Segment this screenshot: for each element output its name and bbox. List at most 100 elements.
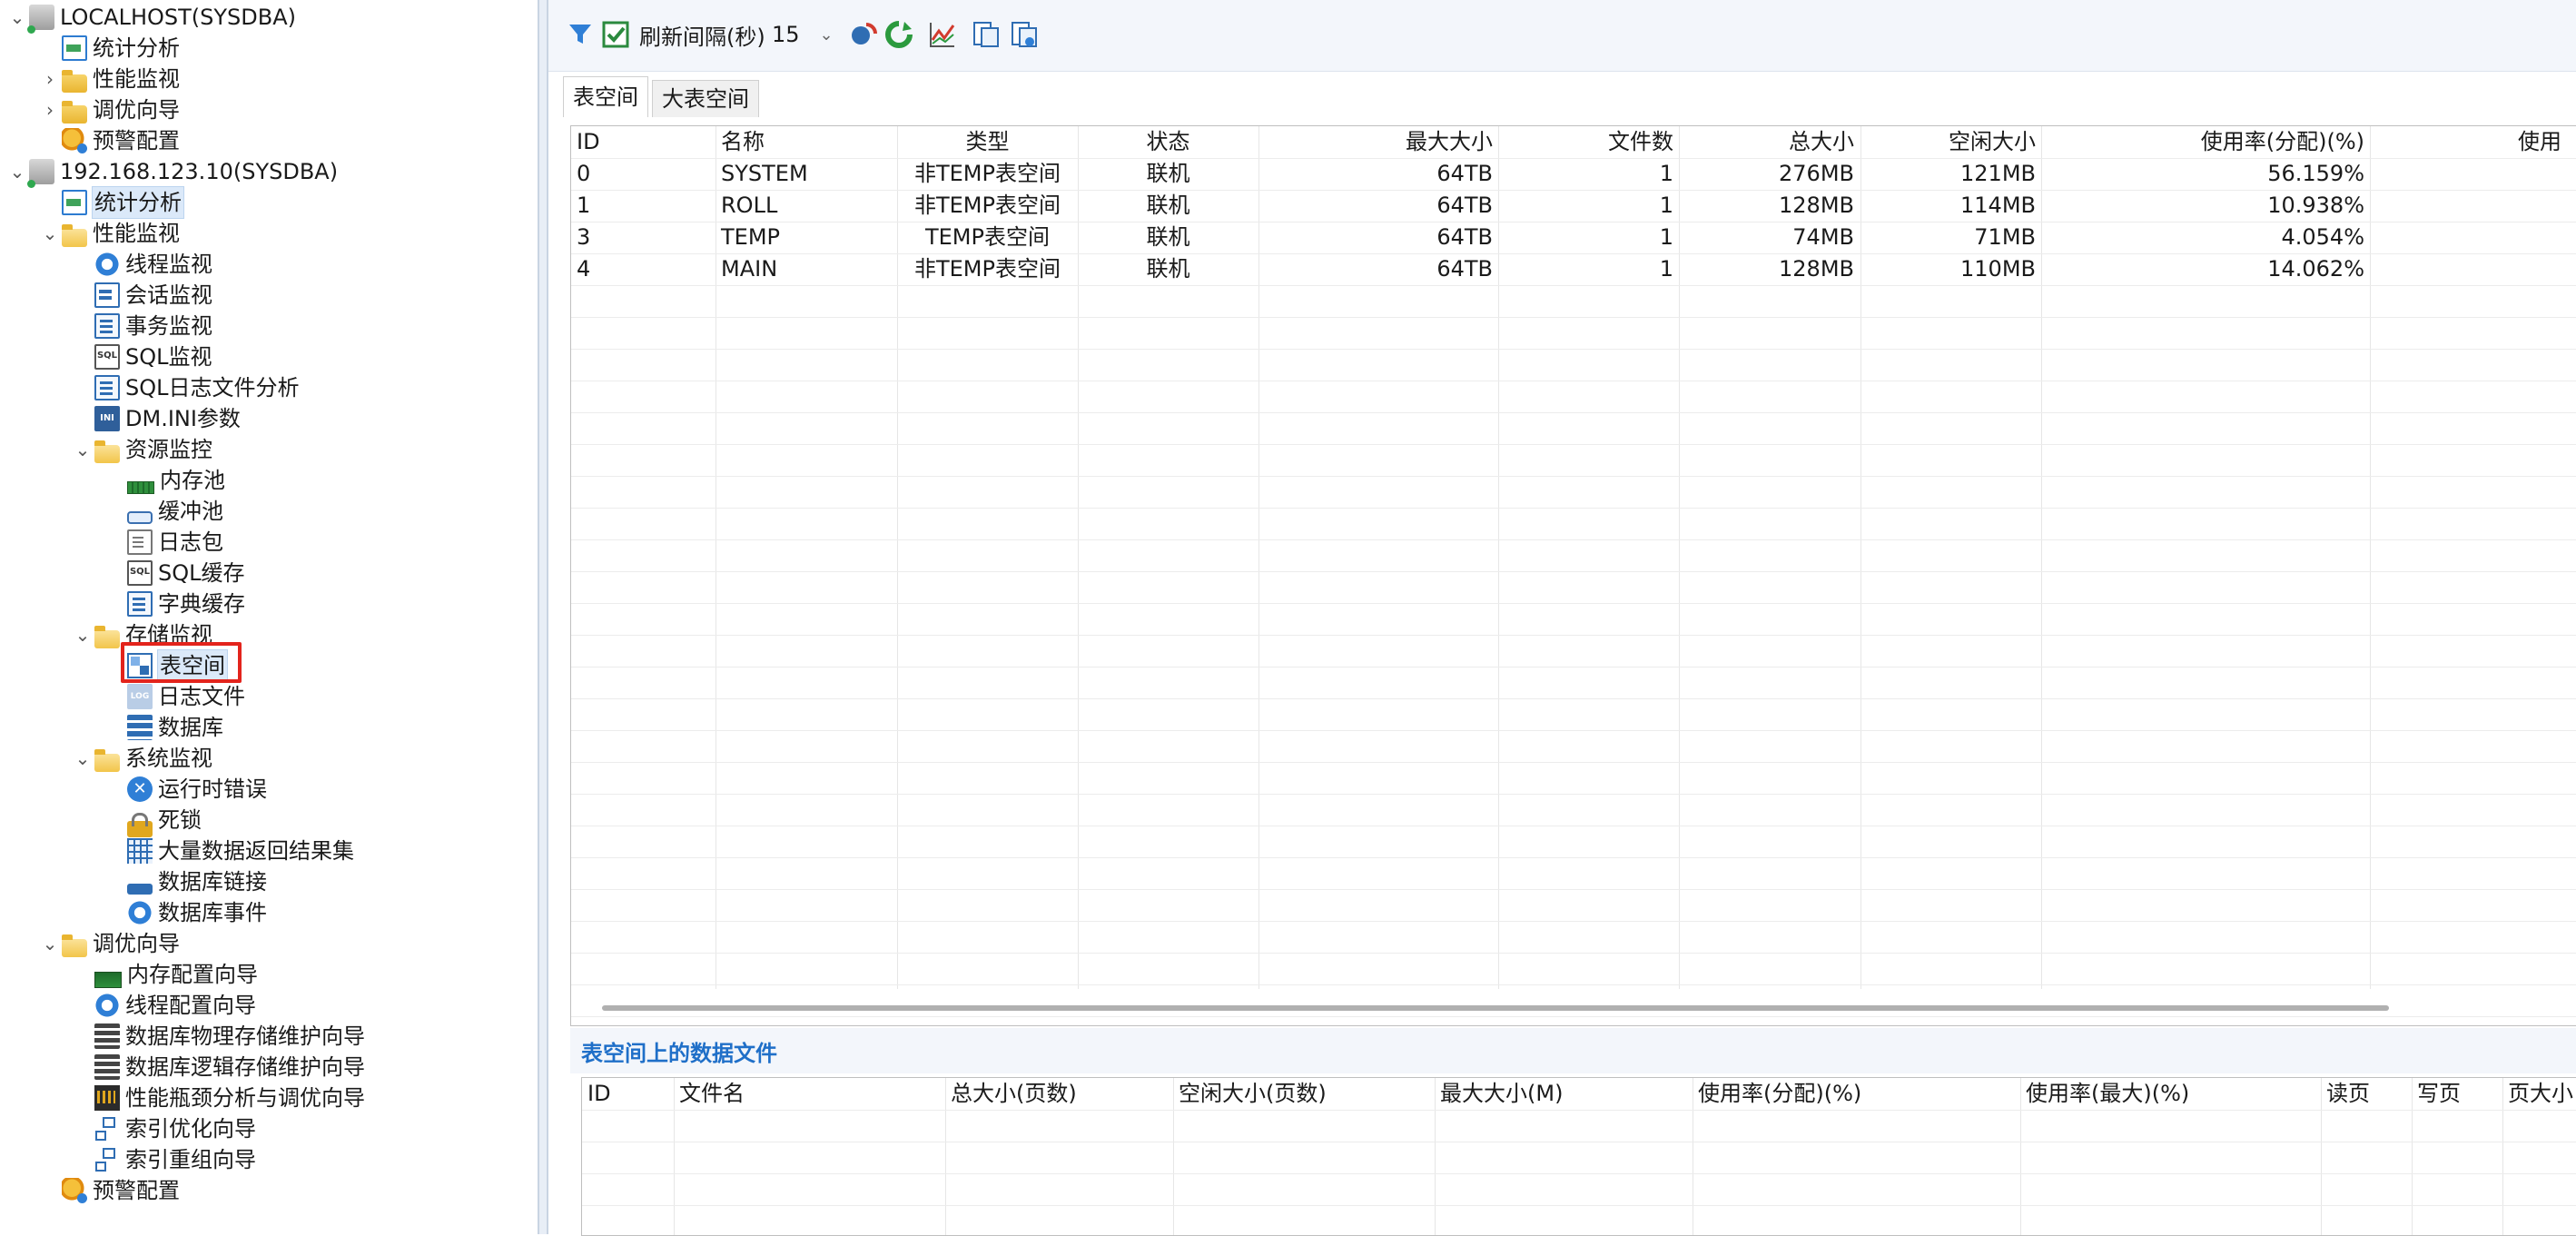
table-cell[interactable]: 非TEMP表空间 [897, 190, 1078, 222]
table-cell[interactable]: 联机 [1078, 158, 1258, 190]
tree-item[interactable]: 数据库事件 [104, 897, 267, 928]
tree-item[interactable]: › 调优向导 [38, 94, 180, 125]
filter-icon[interactable] [567, 18, 594, 51]
column-header[interactable]: 使用率(分配)(%) [2041, 126, 2370, 158]
horizontal-scrollbar[interactable] [602, 1005, 2389, 1011]
table-cell[interactable]: 276MB [1679, 158, 1860, 190]
tree-item[interactable]: 索引优化向导 [71, 1113, 256, 1144]
column-header[interactable]: 读页 [2321, 1078, 2412, 1110]
column-header[interactable]: 最大大小(M) [1435, 1078, 1693, 1110]
tree-item[interactable]: 线程配置向导 [71, 990, 256, 1021]
table-cell[interactable]: 1 [1498, 190, 1679, 222]
table-cell[interactable]: 联机 [1078, 253, 1258, 285]
export-settings-icon[interactable] [1010, 18, 1039, 51]
table-cell[interactable]: TEMP [716, 222, 896, 253]
tree-item[interactable]: 统计分析 [38, 33, 180, 64]
column-header[interactable]: 使用 [2370, 126, 2567, 158]
tree-item[interactable]: 字典缓存 [104, 588, 245, 619]
tree-item[interactable]: 事务监视 [71, 311, 212, 341]
collapse-arrow-icon[interactable]: ⌄ [5, 2, 29, 33]
column-header[interactable]: 总大小 [1679, 126, 1860, 158]
column-header[interactable]: 文件数 [1498, 126, 1679, 158]
table-cell[interactable]: 56.159% [2041, 158, 2370, 190]
table-cell[interactable]: 4.054% [2041, 222, 2370, 253]
tree-item[interactable]: ⌄ 调优向导 [38, 928, 180, 959]
collapse-arrow-icon[interactable]: ⌄ [71, 619, 94, 650]
tree-item[interactable]: SQL SQL监视 [71, 341, 212, 372]
tree-item[interactable]: 数据库链接 [104, 866, 267, 897]
table-cell[interactable]: 1 [1498, 222, 1679, 253]
refresh-interval-select[interactable]: 15 ⌄ [772, 18, 837, 51]
collapse-arrow-icon[interactable]: ⌄ [38, 218, 62, 249]
table-cell[interactable]: 64TB [1258, 222, 1498, 253]
column-header[interactable]: 状态 [1078, 126, 1258, 158]
tree-item[interactable]: › 性能监视 [38, 64, 180, 94]
table-cell[interactable]: 非TEMP表空间 [897, 253, 1078, 285]
tree-item[interactable]: INI DM.INI参数 [71, 403, 241, 434]
table-cell[interactable]: MAIN [716, 253, 896, 285]
table-cell[interactable]: 0 [571, 158, 716, 190]
column-header[interactable]: 使用率(最大)(%) [2020, 1078, 2321, 1110]
tree-item[interactable]: ⌄ LOCALHOST(SYSDBA) [5, 2, 296, 34]
tree-item[interactable]: ✕ 运行时错误 [104, 774, 267, 805]
collapse-arrow-icon[interactable]: ⌄ [38, 928, 62, 959]
table-cell[interactable]: 非TEMP表空间 [897, 158, 1078, 190]
table-cell[interactable]: 64TB [1258, 190, 1498, 222]
tree-item[interactable]: ⌄ 系统监视 [71, 743, 212, 774]
tree-item[interactable]: 数据库 [104, 712, 223, 743]
table-cell[interactable]: 110MB [1860, 253, 2041, 285]
table-cell[interactable]: 74MB [1679, 222, 1860, 253]
column-header[interactable]: 类型 [897, 126, 1078, 158]
column-header[interactable]: 页大小 [2502, 1078, 2576, 1110]
expand-arrow-icon[interactable]: › [38, 64, 62, 94]
tree-item[interactable]: 预警配置 [38, 125, 180, 156]
tree-item[interactable]: LOG 日志文件 [104, 681, 245, 712]
tree-item[interactable]: 预警配置 [38, 1175, 180, 1206]
table-cell[interactable]: 10.938% [2041, 190, 2370, 222]
refresh-icon[interactable] [884, 18, 913, 51]
table-cell[interactable]: 4 [571, 253, 716, 285]
table-cell[interactable]: ROLL [716, 190, 896, 222]
checkbox-icon[interactable] [601, 18, 630, 51]
column-header[interactable]: ID [582, 1078, 674, 1110]
chart-line-icon[interactable] [928, 18, 957, 51]
column-header[interactable]: 最大大小 [1258, 126, 1498, 158]
column-header[interactable]: 文件名 [674, 1078, 945, 1110]
tree-item[interactable]: 内存池 [104, 465, 225, 496]
tree-item[interactable]: ⌄ 192.168.123.10(SYSDBA) [5, 156, 338, 188]
splitter[interactable] [538, 0, 548, 1234]
expand-arrow-icon[interactable]: › [38, 94, 62, 125]
tree-item[interactable]: SQL日志文件分析 [71, 372, 300, 403]
collapse-arrow-icon[interactable]: ⌄ [5, 156, 29, 187]
table-cell[interactable]: 1 [1498, 158, 1679, 190]
table-cell[interactable]: 121MB [1860, 158, 2041, 190]
table-cell[interactable]: 3 [571, 222, 716, 253]
tree-item[interactable]: 索引重组向导 [71, 1144, 256, 1175]
column-header[interactable]: ID [571, 126, 716, 158]
tree-item[interactable]: 日志包 [104, 527, 223, 558]
table-cell[interactable]: 71MB [1860, 222, 2041, 253]
tree-item[interactable]: 会话监视 [71, 280, 212, 311]
column-header[interactable]: 写页 [2412, 1078, 2502, 1110]
column-header[interactable]: 使用率(分配)(%) [1693, 1078, 2020, 1110]
column-header[interactable]: 名称 [716, 126, 896, 158]
sync-icon[interactable] [848, 18, 879, 51]
table-cell[interactable]: 64TB [1258, 158, 1498, 190]
tab-tablespace[interactable]: 表空间 [563, 76, 648, 117]
tree-item[interactable]: 线程监视 [71, 249, 212, 280]
collapse-arrow-icon[interactable]: ⌄ [71, 434, 94, 465]
table-cell[interactable] [2370, 158, 2567, 190]
collapse-arrow-icon[interactable]: ⌄ [71, 743, 94, 774]
table-cell[interactable]: 联机 [1078, 190, 1258, 222]
tree-item[interactable]: 数据库物理存储维护向导 [71, 1021, 365, 1052]
table-cell[interactable]: 114MB [1860, 190, 2041, 222]
tree-item[interactable]: 数据库逻辑存储维护向导 [71, 1052, 365, 1083]
column-header[interactable]: 空闲大小(页数) [1173, 1078, 1435, 1110]
tree-item[interactable]: ⌄ 资源监控 [71, 434, 212, 465]
tree-item[interactable]: SQL SQL缓存 [104, 558, 245, 588]
tree-item[interactable]: ⌄ 性能监视 [38, 218, 180, 249]
table-cell[interactable]: SYSTEM [716, 158, 896, 190]
column-header[interactable]: 空闲大小 [1860, 126, 2041, 158]
export-icon[interactable] [972, 18, 1001, 51]
table-cell[interactable]: 1 [571, 190, 716, 222]
